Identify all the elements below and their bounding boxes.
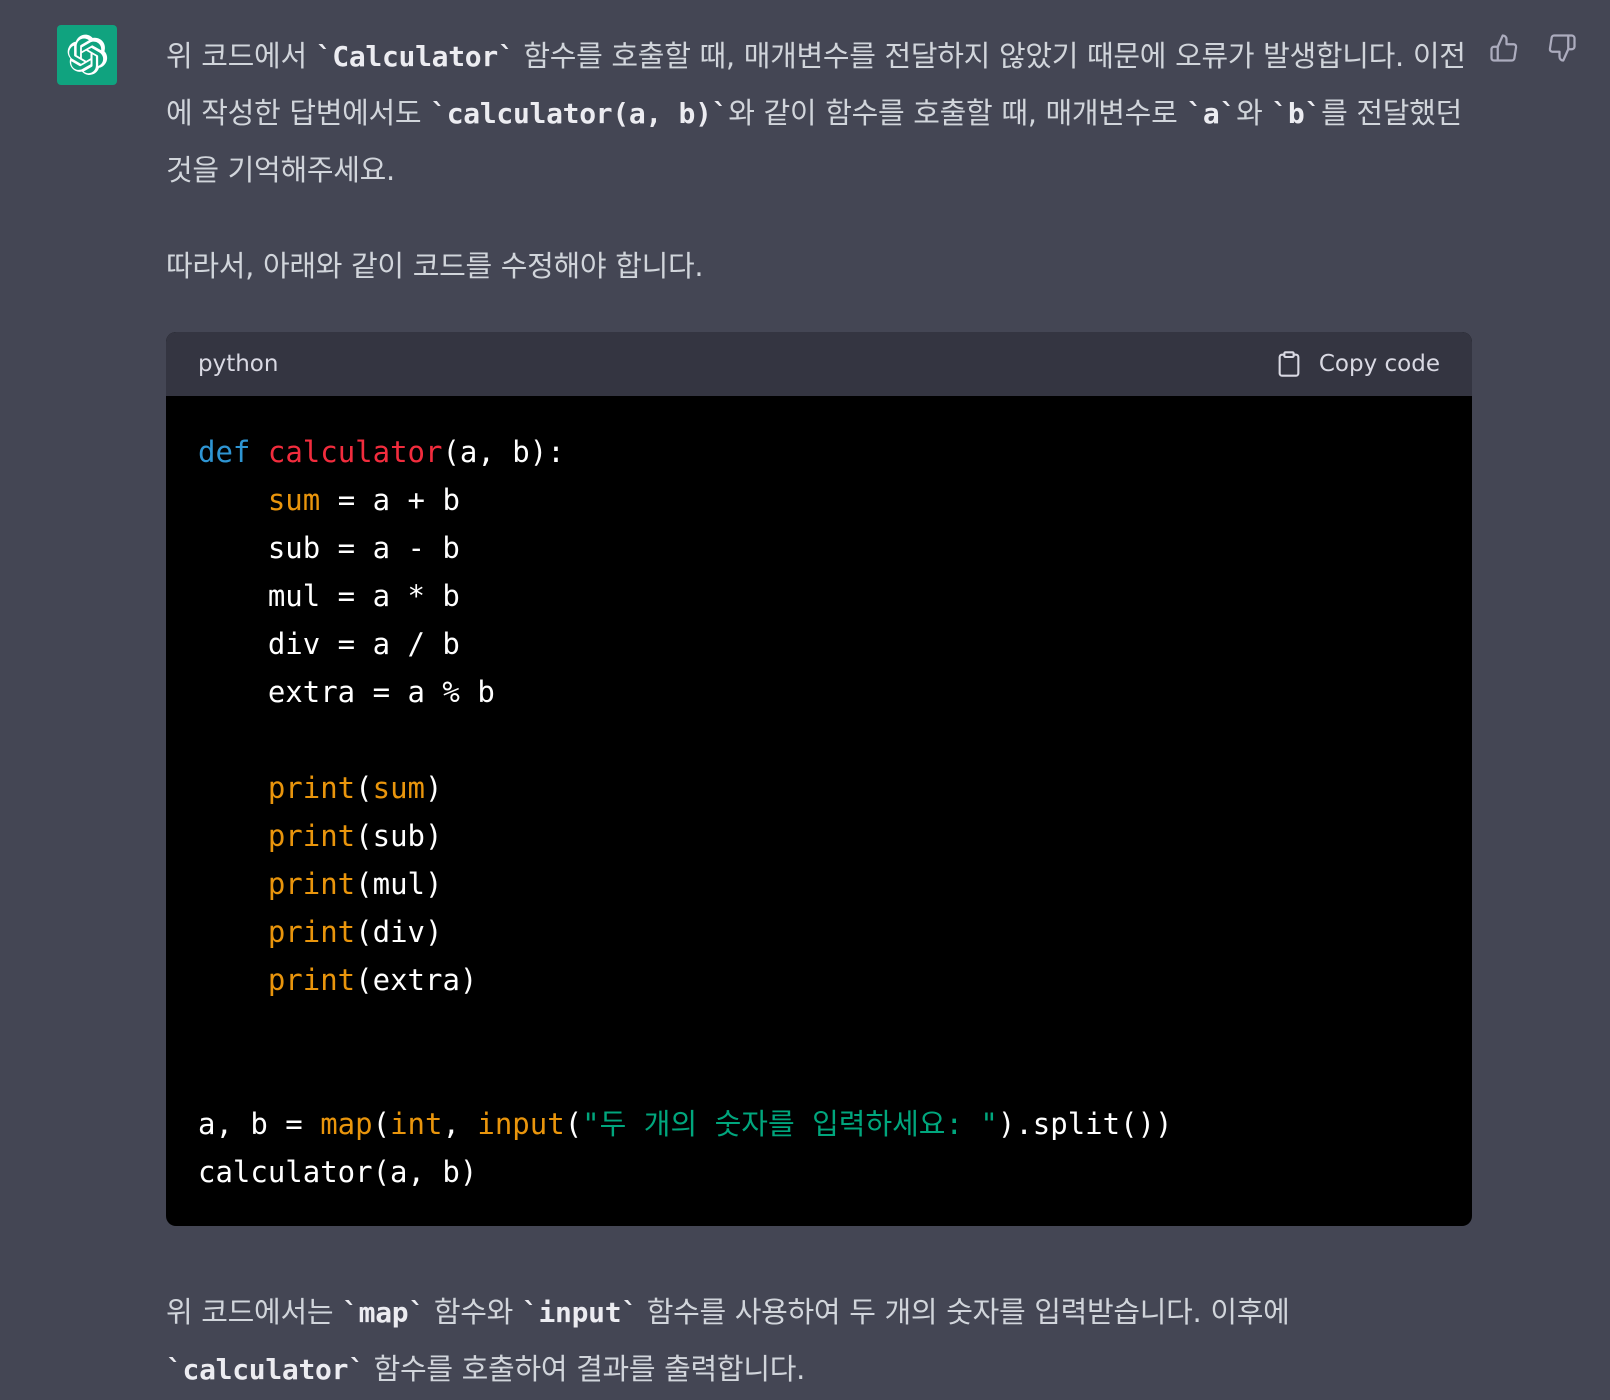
thumbs-down-button[interactable] <box>1544 30 1580 66</box>
thumbs-up-icon <box>1490 34 1518 62</box>
code-line: mul = a * b <box>198 579 460 613</box>
message-paragraph-2: 따라서, 아래와 같이 코드를 수정해야 합니다. <box>166 249 704 283</box>
copy-code-button[interactable]: Copy code <box>1275 350 1440 378</box>
code-text: ( <box>355 771 373 805</box>
thumbs-down-icon <box>1548 34 1576 62</box>
code-function-name: calculator <box>267 435 443 469</box>
feedback-buttons <box>1486 30 1580 66</box>
code-line: print(div) <box>198 908 1440 956</box>
code-builtin: print <box>267 771 356 805</box>
inline-code: `calculator(a, b)` <box>430 97 729 130</box>
code-line: a, b = map(int, input("두 개의 숫자를 입력하세요: "… <box>198 1100 1440 1148</box>
inline-code: `input` <box>521 1296 638 1329</box>
code-line: print(sub) <box>198 812 1440 860</box>
code-text: ).split()) <box>997 1107 1173 1141</box>
code-builtin: print <box>267 915 356 949</box>
text-segment: 함수를 호출하여 결과를 출력합니다. <box>364 1352 806 1386</box>
code-text: a, b = <box>198 1107 321 1141</box>
openai-logo-icon <box>67 34 108 75</box>
inline-code: `map` <box>342 1296 425 1329</box>
message-paragraph-1: 위 코드에서 `Calculator` 함수를 호출할 때, 매개변수를 전달하… <box>166 28 1472 198</box>
code-text: (sub) <box>355 819 443 853</box>
copy-code-label: Copy code <box>1318 351 1440 377</box>
assistant-message: 위 코드에서 `Calculator` 함수를 호출할 때, 매개변수를 전달하… <box>166 28 1472 1398</box>
code-text: (extra) <box>355 963 478 997</box>
assistant-avatar <box>57 25 117 85</box>
code-text: , <box>442 1107 478 1141</box>
code-line: print(mul) <box>198 860 1440 908</box>
code-text: = a + b <box>320 483 460 517</box>
code-block: python Copy code def calculator(a, b): s… <box>166 332 1472 1226</box>
code-keyword: def <box>198 435 251 469</box>
inline-code: `b` <box>1271 97 1322 130</box>
code-line: print(sum) <box>198 764 1440 812</box>
inline-code: `a` <box>1186 97 1237 130</box>
code-line: div = a / b <box>198 627 460 661</box>
code-builtin: input <box>477 1107 565 1141</box>
clipboard-icon <box>1278 351 1300 377</box>
code-text: ( <box>372 1107 391 1141</box>
code-block-header: python Copy code <box>166 332 1472 396</box>
code-builtin: map <box>320 1107 373 1141</box>
code-text: ( <box>564 1107 583 1141</box>
text-segment: 와 <box>1236 96 1272 130</box>
code-line: sum = a + b <box>198 476 1440 524</box>
code-line: extra = a % b <box>198 675 495 709</box>
code-builtin: print <box>267 819 356 853</box>
code-builtin: print <box>267 963 356 997</box>
code-line: sub = a - b <box>198 531 460 565</box>
text-segment: 와 같이 함수를 호출할 때, 매개변수로 <box>728 96 1187 130</box>
message-paragraph-3: 위 코드에서는 `map` 함수와 `input` 함수를 사용하여 두 개의 … <box>166 1284 1472 1398</box>
text-segment: 위 코드에서 <box>166 39 316 73</box>
code-line: def calculator(a, b): <box>198 428 1440 476</box>
code-text: ) <box>425 771 443 805</box>
code-builtin: sum <box>372 771 426 805</box>
code-line: print(extra) <box>198 956 1440 1004</box>
code-builtin: sum <box>267 483 321 517</box>
code-text: (a, b): <box>442 435 565 469</box>
text-segment: 함수를 사용하여 두 개의 숫자를 입력받습니다. 이후에 <box>637 1295 1290 1329</box>
inline-code: `calculator` <box>166 1353 365 1386</box>
code-language-label: python <box>198 351 279 377</box>
text-segment: 위 코드에서는 <box>166 1295 343 1329</box>
code-builtin: int <box>390 1107 443 1141</box>
text-segment: 함수와 <box>424 1295 522 1329</box>
code-body[interactable]: def calculator(a, b): sum = a + b sub = … <box>166 396 1472 1226</box>
code-text: (div) <box>355 915 443 949</box>
inline-code: `Calculator` <box>315 40 515 73</box>
thumbs-up-button[interactable] <box>1486 30 1522 66</box>
code-line: calculator(a, b) <box>198 1155 478 1189</box>
code-string: "두 개의 숫자를 입력하세요: " <box>582 1107 998 1141</box>
code-builtin: print <box>267 867 356 901</box>
code-text: (mul) <box>355 867 443 901</box>
